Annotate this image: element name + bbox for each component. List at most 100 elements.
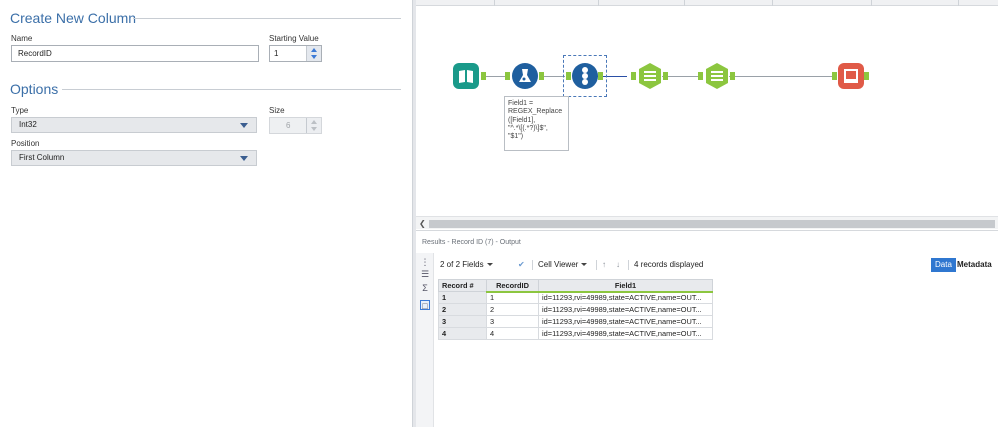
field1-cell[interactable]: id=11293,rvi=49989,state=ACTIVE,name=OUT… <box>538 303 713 316</box>
tab-divider <box>598 0 599 6</box>
recordid-cell[interactable]: 4 <box>486 327 539 340</box>
table-row[interactable]: 4 4 id=11293,rvi=49989,state=ACTIVE,name… <box>438 327 713 340</box>
annotation-line: ([Field1], <box>508 116 536 124</box>
select-tool[interactable] <box>704 63 730 89</box>
horizontal-scrollbar[interactable]: ❮ <box>416 216 998 229</box>
cell-viewer-selector[interactable]: Cell Viewer <box>538 257 588 273</box>
output-data-icon <box>838 63 864 89</box>
formula-tool[interactable] <box>512 63 538 89</box>
annotation-line: REGEX_Replace <box>508 108 563 116</box>
size-stepper: 6 <box>269 117 322 134</box>
increment-icon[interactable] <box>311 48 317 52</box>
options-title: Options <box>10 81 59 97</box>
stepper-arrows <box>306 118 321 133</box>
record-id-tool[interactable] <box>572 63 598 89</box>
formula-icon <box>512 63 538 89</box>
recordid-cell[interactable]: 1 <box>486 291 539 304</box>
toolbar-separator <box>596 260 597 270</box>
input-data-tool[interactable] <box>453 63 479 89</box>
fields-selector[interactable]: 2 of 2 Fields <box>440 257 493 273</box>
chevron-down-icon[interactable] <box>240 156 248 161</box>
connection-line <box>662 76 702 77</box>
column-header-record-number[interactable]: Record # <box>438 279 487 292</box>
recordid-cell[interactable]: 2 <box>486 303 539 316</box>
input-port[interactable] <box>698 72 703 80</box>
tab-divider <box>494 0 495 6</box>
connection-line <box>729 76 836 77</box>
more-icon[interactable]: ⋮ <box>420 257 430 267</box>
results-side-toolbar: ⋮ ☰ Σ □ <box>416 253 434 427</box>
chevron-down-icon <box>486 263 493 267</box>
row-number-cell: 3 <box>438 315 487 328</box>
tab-divider <box>871 0 872 6</box>
size-label: Size <box>269 106 285 115</box>
formula-annotation: Field1 = REGEX_Replace ([Field1], "^.*\[… <box>504 96 569 151</box>
list-icon[interactable]: ☰ <box>420 269 430 279</box>
starting-value-label: Starting Value <box>269 34 319 43</box>
stepper-arrows[interactable] <box>306 46 321 61</box>
output-port[interactable] <box>481 72 486 80</box>
table-row[interactable]: 1 1 id=11293,rvi=49989,state=ACTIVE,name… <box>438 291 713 304</box>
workflow-canvas[interactable]: Field1 = REGEX_Replace ([Field1], "^.*\[… <box>416 0 998 230</box>
output-port[interactable] <box>539 72 544 80</box>
increment-icon <box>311 120 317 124</box>
starting-value-stepper[interactable]: 1 <box>269 45 322 62</box>
position-dropdown[interactable]: First Column <box>11 150 257 166</box>
input-data-icon <box>453 63 479 89</box>
chevron-down-icon[interactable] <box>240 123 248 128</box>
field1-cell[interactable]: id=11293,rvi=49989,state=ACTIVE,name=OUT… <box>538 315 713 328</box>
decrement-icon[interactable] <box>311 55 317 59</box>
metadata-tab[interactable]: Metadata <box>953 258 996 272</box>
chevron-down-icon <box>581 263 588 267</box>
table-row[interactable]: 3 3 id=11293,rvi=49989,state=ACTIVE,name… <box>438 315 713 328</box>
results-header: Results - Record ID (7) - Output <box>416 231 998 253</box>
recordid-cell[interactable]: 3 <box>486 315 539 328</box>
section-divider <box>133 18 401 19</box>
select-tool[interactable] <box>637 63 663 89</box>
column-header-recordid[interactable]: RecordID <box>486 279 539 293</box>
input-port[interactable] <box>631 72 636 80</box>
checkmark-icon[interactable]: ✔ <box>518 257 525 273</box>
type-label: Type <box>11 106 29 115</box>
decrement-icon <box>311 127 317 131</box>
row-number-cell: 1 <box>438 291 487 304</box>
output-port[interactable] <box>663 72 668 80</box>
arrow-up-icon[interactable]: ↑ <box>602 257 606 273</box>
sigma-icon[interactable]: Σ <box>420 283 430 293</box>
column-header-field1[interactable]: Field1 <box>538 279 713 293</box>
record-id-icon <box>572 63 598 89</box>
row-number-cell: 4 <box>438 327 487 340</box>
position-label: Position <box>11 139 40 148</box>
field1-cell[interactable]: id=11293,rvi=49989,state=ACTIVE,name=OUT… <box>538 291 713 304</box>
arrow-down-icon[interactable]: ↓ <box>616 257 620 273</box>
toolbar-separator <box>628 260 629 270</box>
output-port[interactable] <box>598 72 603 80</box>
configuration-panel: Create New Column Name RecordID Starting… <box>0 0 412 427</box>
select-icon <box>639 63 661 89</box>
annotation-line: Field1 = <box>508 100 534 107</box>
output-data-tool[interactable] <box>838 63 864 89</box>
tab-divider <box>772 0 773 6</box>
input-port[interactable] <box>566 72 571 80</box>
create-new-column-title: Create New Column <box>10 10 137 26</box>
canvas-tab-strip <box>416 0 998 6</box>
type-dropdown[interactable]: Int32 <box>11 117 257 133</box>
record-view-icon[interactable]: □ <box>420 300 430 311</box>
table-row[interactable]: 2 2 id=11293,rvi=49989,state=ACTIVE,name… <box>438 303 713 316</box>
results-table: Record # RecordID Field1 1 1 id=11293,rv… <box>438 279 713 340</box>
scroll-left-icon[interactable]: ❮ <box>419 219 426 228</box>
records-count: 4 records displayed <box>634 260 704 269</box>
size-value: 6 <box>286 121 291 130</box>
name-input[interactable]: RecordID <box>11 45 259 62</box>
table-header-row: Record # RecordID Field1 <box>438 279 713 293</box>
input-port[interactable] <box>505 72 510 80</box>
input-port[interactable] <box>832 72 837 80</box>
output-port[interactable] <box>730 72 735 80</box>
toolbar-separator <box>532 260 533 270</box>
starting-value: 1 <box>274 49 279 58</box>
scrollbar-thumb[interactable] <box>429 220 995 228</box>
name-label: Name <box>11 34 33 43</box>
output-port[interactable] <box>864 72 869 80</box>
field1-cell[interactable]: id=11293,rvi=49989,state=ACTIVE,name=OUT… <box>538 327 713 340</box>
type-value: Int32 <box>19 120 37 129</box>
